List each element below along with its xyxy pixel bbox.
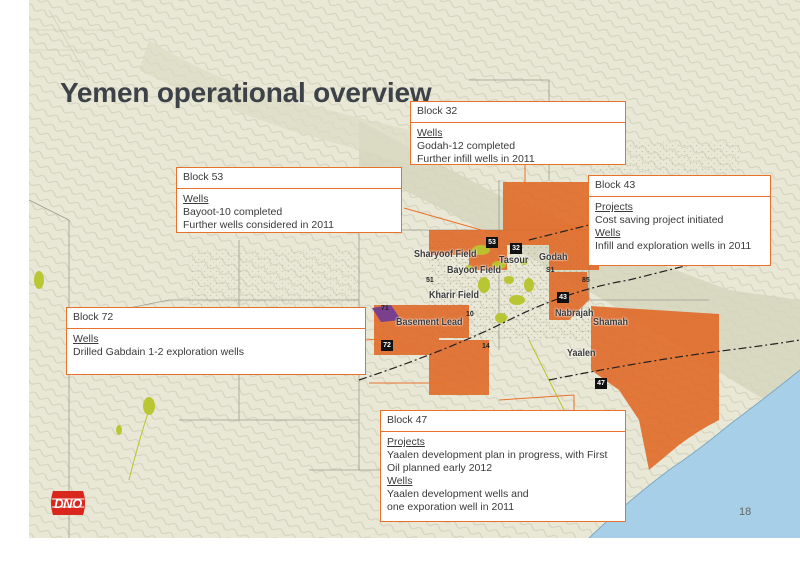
projects-label: Projects [595, 201, 633, 213]
callout-block-32: Block 32 Wells Godah-12 completed Furthe… [410, 101, 626, 165]
callout-body: Wells Godah-12 completed Further infill … [411, 123, 625, 170]
block-tag-47: 47 [595, 378, 607, 389]
block-tag-43: 43 [557, 292, 569, 303]
block-tag-51: 51 [426, 277, 434, 284]
wells-label: Wells [417, 127, 443, 139]
label-yaalen: Yaalen [567, 348, 596, 359]
callout-line: Oil planned early 2012 [387, 462, 493, 474]
callout-line: one exporation well in 2011 [387, 501, 515, 513]
projects-label: Projects [387, 436, 425, 448]
callout-header: Block 72 [67, 308, 365, 329]
dno-logo: DNO [49, 487, 87, 519]
block-tag-14: 14 [482, 343, 490, 350]
wells-label: Wells [183, 193, 209, 205]
callout-header: Block 32 [411, 102, 625, 123]
block-tag-85: 85 [582, 277, 590, 284]
block-tag-s1: S1 [546, 267, 555, 274]
callout-line: Infill and exploration wells in 2011 [595, 240, 752, 252]
page-number: 18 [739, 506, 752, 518]
label-sharyoof-field: Sharyoof Field [414, 249, 477, 260]
page-title: Yemen operational overview [60, 77, 432, 108]
block-tag-53: 53 [486, 237, 498, 248]
callout-line: Godah-12 completed [417, 140, 516, 152]
callout-line: Drilled Gabdain 1-2 exploration wells [73, 346, 245, 358]
label-nabrajah: Nabrajah [555, 308, 594, 319]
block-tag-72: 72 [381, 340, 393, 351]
callout-header: Block 43 [589, 176, 770, 197]
logo-text: DNO [54, 495, 82, 511]
label-godah: Godah [539, 252, 568, 263]
callout-block-53: Block 53 Wells Bayoot-10 completed Furth… [176, 167, 402, 233]
callout-body: Projects Cost saving project initiated W… [589, 197, 770, 257]
callout-line: Bayoot-10 completed [183, 206, 283, 218]
callout-body: Wells Drilled Gabdain 1-2 exploration we… [67, 329, 365, 363]
callout-block-43: Block 43 Projects Cost saving project in… [588, 175, 771, 266]
callout-block-47: Block 47 Projects Yaalen development pla… [380, 410, 626, 522]
block-tag-32: 32 [510, 243, 522, 254]
label-basement-lead: Basement Lead [396, 317, 463, 328]
callout-body: Wells Bayoot-10 completed Further wells … [177, 189, 401, 236]
label-bayoot-field: Bayoot Field [447, 265, 502, 276]
block-tag-10: 10 [466, 311, 474, 318]
label-tasour: Tasour [499, 255, 529, 266]
callout-header: Block 47 [381, 411, 625, 432]
wells-label: Wells [595, 227, 621, 239]
slide: Sharyoof Field Tasour Godah Bayoot Field… [0, 0, 800, 566]
wells-label: Wells [73, 333, 99, 345]
callout-line: Yaalen development wells and [387, 488, 529, 500]
label-kharir-field: Kharir Field [429, 290, 480, 301]
callout-block-72: Block 72 Wells Drilled Gabdain 1-2 explo… [66, 307, 366, 375]
callout-line: Further infill wells in 2011 [417, 153, 535, 165]
callout-header: Block 53 [177, 168, 401, 189]
label-shamah: Shamah [593, 317, 629, 328]
callout-line: Cost saving project initiated [595, 214, 724, 226]
callout-body: Projects Yaalen development plan in prog… [381, 432, 625, 518]
callout-line: Yaalen development plan in progress, wit… [387, 449, 608, 461]
callout-line: Further wells considered in 2011 [183, 219, 334, 231]
block-tag-71: 71 [381, 305, 389, 312]
block-14-area [429, 340, 489, 395]
wells-label: Wells [387, 475, 413, 487]
